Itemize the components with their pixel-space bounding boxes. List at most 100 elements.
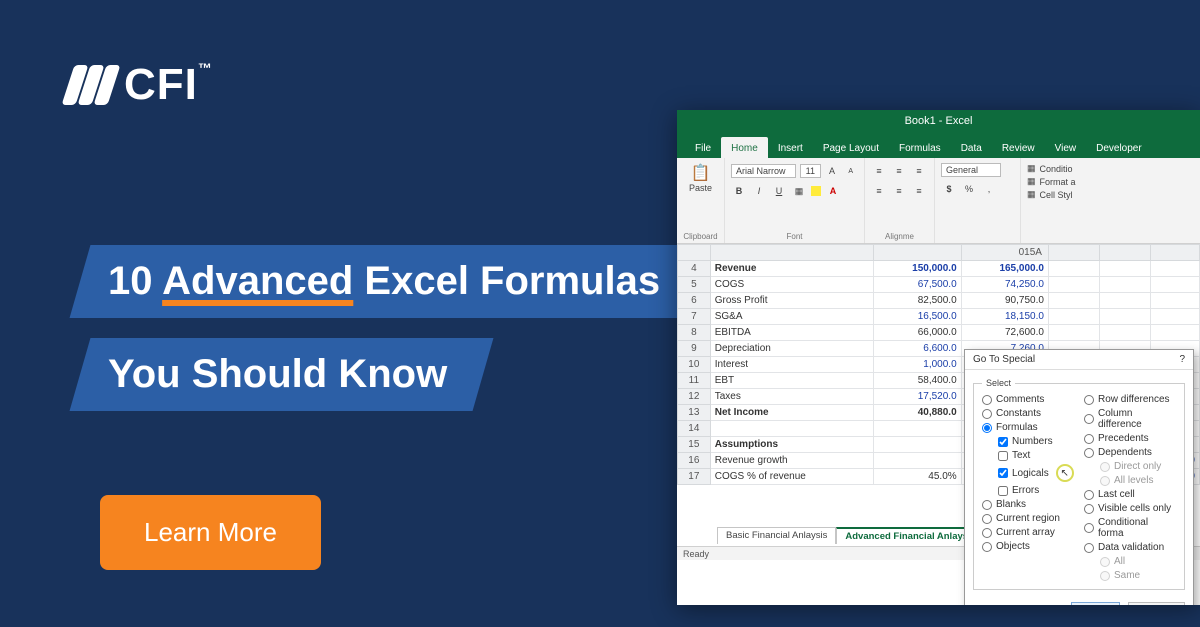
font-color-icon[interactable]: A — [825, 183, 841, 199]
col-header[interactable] — [710, 245, 874, 261]
cell-value[interactable]: 45.0% — [874, 469, 961, 485]
gts-option-current-region[interactable]: Current region — [982, 513, 1074, 524]
row-label[interactable]: EBT — [710, 373, 874, 389]
cell-value[interactable] — [1150, 293, 1199, 309]
ribbon-tab-data[interactable]: Data — [951, 137, 992, 158]
cell-value[interactable] — [1048, 277, 1099, 293]
row-header[interactable]: 11 — [678, 373, 711, 389]
col-header[interactable] — [1150, 245, 1199, 261]
gts-option-comments[interactable]: Comments — [982, 394, 1074, 405]
cell-value[interactable]: 1,000.0 — [874, 357, 961, 373]
row-header[interactable]: 16 — [678, 453, 711, 469]
ribbon-tab-page-layout[interactable]: Page Layout — [813, 137, 889, 158]
cell-value[interactable] — [874, 421, 961, 437]
table-row[interactable]: 4Revenue150,000.0165,000.0 — [678, 261, 1200, 277]
cell-value[interactable]: 72,600.0 — [961, 325, 1048, 341]
row-label[interactable]: Net Income — [710, 405, 874, 421]
cell-value[interactable] — [1099, 293, 1150, 309]
row-header[interactable]: 15 — [678, 437, 711, 453]
paste-icon[interactable]: 📋 — [683, 163, 718, 183]
cell-value[interactable] — [874, 437, 961, 453]
ribbon-tab-file[interactable]: File — [685, 137, 721, 158]
cell-value[interactable] — [1150, 261, 1199, 277]
align-left-icon[interactable]: ≡ — [871, 183, 887, 199]
cancel-button[interactable]: Canc — [1128, 602, 1185, 605]
gts-option-row-differences[interactable]: Row differences — [1084, 394, 1176, 405]
cell-value[interactable]: 165,000.0 — [961, 261, 1048, 277]
row-label[interactable]: COGS % of revenue — [710, 469, 874, 485]
cell-value[interactable]: 74,250.0 — [961, 277, 1048, 293]
ribbon-tab-view[interactable]: View — [1045, 137, 1087, 158]
border-icon[interactable]: ▦ — [791, 183, 807, 199]
comma-icon[interactable]: , — [981, 181, 997, 197]
gts-option-numbers[interactable]: Numbers — [982, 436, 1074, 447]
cell-value[interactable]: 40,880.0 — [874, 405, 961, 421]
gts-option-formulas[interactable]: Formulas — [982, 422, 1074, 433]
col-header[interactable] — [874, 245, 961, 261]
italic-icon[interactable]: I — [751, 183, 767, 199]
row-label[interactable]: Revenue growth — [710, 453, 874, 469]
align-mid-icon[interactable]: ≡ — [891, 163, 907, 179]
cell-value[interactable] — [874, 453, 961, 469]
cell-value[interactable]: 16,500.0 — [874, 309, 961, 325]
cell-value[interactable] — [1099, 261, 1150, 277]
percent-icon[interactable]: % — [961, 181, 977, 197]
row-header[interactable]: 6 — [678, 293, 711, 309]
cell-styles-icon[interactable]: ▦ — [1027, 189, 1036, 200]
sheet-tab[interactable]: Advanced Financial Anlaysis — [836, 527, 985, 544]
gts-option-data-validation[interactable]: Data validation — [1084, 542, 1176, 553]
cell-value[interactable]: 6,600.0 — [874, 341, 961, 357]
cell-value[interactable] — [1048, 293, 1099, 309]
number-format-select[interactable]: General — [941, 163, 1001, 177]
row-header[interactable]: 17 — [678, 469, 711, 485]
row-header[interactable]: 14 — [678, 421, 711, 437]
row-label[interactable]: EBITDA — [710, 325, 874, 341]
cell-value[interactable] — [1150, 277, 1199, 293]
row-header[interactable]: 10 — [678, 357, 711, 373]
cell-styles-button[interactable]: Cell Styl — [1040, 190, 1073, 200]
ribbon-tab-formulas[interactable]: Formulas — [889, 137, 951, 158]
ok-button[interactable]: OK — [1071, 602, 1119, 605]
row-header[interactable]: 5 — [678, 277, 711, 293]
gts-option-visible-cells-only[interactable]: Visible cells only — [1084, 503, 1176, 514]
cell-value[interactable]: 90,750.0 — [961, 293, 1048, 309]
row-label[interactable]: Revenue — [710, 261, 874, 277]
gts-option-text[interactable]: Text — [982, 450, 1074, 461]
cell-value[interactable]: 82,500.0 — [874, 293, 961, 309]
decrease-font-icon[interactable]: A — [843, 163, 858, 179]
cell-value[interactable]: 18,150.0 — [961, 309, 1048, 325]
row-label[interactable]: COGS — [710, 277, 874, 293]
row-header[interactable]: 12 — [678, 389, 711, 405]
row-label[interactable]: Gross Profit — [710, 293, 874, 309]
row-header[interactable]: 8 — [678, 325, 711, 341]
excel-worksheet[interactable]: 015A 4Revenue150,000.0165,000.05COGS67,5… — [677, 244, 1200, 560]
select-all-corner[interactable] — [678, 245, 711, 261]
cell-value[interactable]: 67,500.0 — [874, 277, 961, 293]
cell-value[interactable] — [1150, 325, 1199, 341]
cell-value[interactable]: 66,000.0 — [874, 325, 961, 341]
cell-value[interactable]: 58,400.0 — [874, 373, 961, 389]
gts-option-logicals[interactable]: Logicals↖ — [982, 464, 1074, 482]
row-label[interactable]: Taxes — [710, 389, 874, 405]
gts-option-blanks[interactable]: Blanks — [982, 499, 1074, 510]
row-label[interactable]: Interest — [710, 357, 874, 373]
col-header[interactable] — [1048, 245, 1099, 261]
align-top-icon[interactable]: ≡ — [871, 163, 887, 179]
fill-color-icon[interactable] — [811, 186, 821, 196]
col-header[interactable] — [1099, 245, 1150, 261]
ribbon-tab-review[interactable]: Review — [992, 137, 1045, 158]
format-table-button[interactable]: Format a — [1040, 177, 1076, 187]
cell-value[interactable] — [1048, 261, 1099, 277]
row-header[interactable]: 7 — [678, 309, 711, 325]
cell-value[interactable] — [1099, 277, 1150, 293]
gts-option-errors[interactable]: Errors — [982, 485, 1074, 496]
gts-option-constants[interactable]: Constants — [982, 408, 1074, 419]
cell-value[interactable]: 150,000.0 — [874, 261, 961, 277]
format-table-icon[interactable]: ▦ — [1027, 176, 1036, 187]
row-label[interactable]: Assumptions — [710, 437, 874, 453]
gts-option-dependents[interactable]: Dependents — [1084, 447, 1176, 458]
cell-value[interactable] — [1048, 325, 1099, 341]
row-header[interactable]: 13 — [678, 405, 711, 421]
font-name-select[interactable]: Arial Narrow — [731, 164, 796, 178]
underline-icon[interactable]: U — [771, 183, 787, 199]
